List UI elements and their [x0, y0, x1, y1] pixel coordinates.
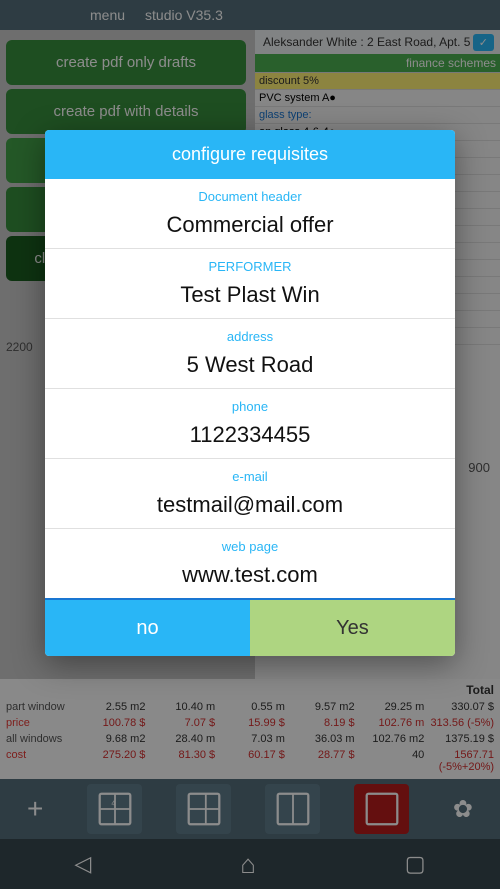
modal-dialog: configure requisites Document header Com…	[45, 130, 455, 656]
modal-fields: Document header Commercial offer PERFORM…	[45, 179, 455, 600]
field-value-webpage[interactable]: www.test.com	[45, 556, 455, 600]
field-value-performer[interactable]: Test Plast Win	[45, 276, 455, 319]
field-label-email: e-mail	[45, 459, 455, 486]
field-label-webpage: web page	[45, 529, 455, 556]
modal-no-button[interactable]: no	[45, 600, 250, 656]
field-value-phone[interactable]: 1122334455	[45, 416, 455, 459]
field-label-address: address	[45, 319, 455, 346]
field-label-phone: phone	[45, 389, 455, 416]
modal-footer: no Yes	[45, 600, 455, 656]
field-value-email[interactable]: testmail@mail.com	[45, 486, 455, 529]
field-value-address[interactable]: 5 West Road	[45, 346, 455, 389]
modal-overlay: configure requisites Document header Com…	[0, 0, 500, 889]
modal-yes-button[interactable]: Yes	[250, 600, 455, 656]
field-value-document-header[interactable]: Commercial offer	[45, 206, 455, 249]
modal-title: configure requisites	[45, 130, 455, 179]
field-label-performer: PERFORMER	[45, 249, 455, 276]
field-label-document-header: Document header	[45, 179, 455, 206]
